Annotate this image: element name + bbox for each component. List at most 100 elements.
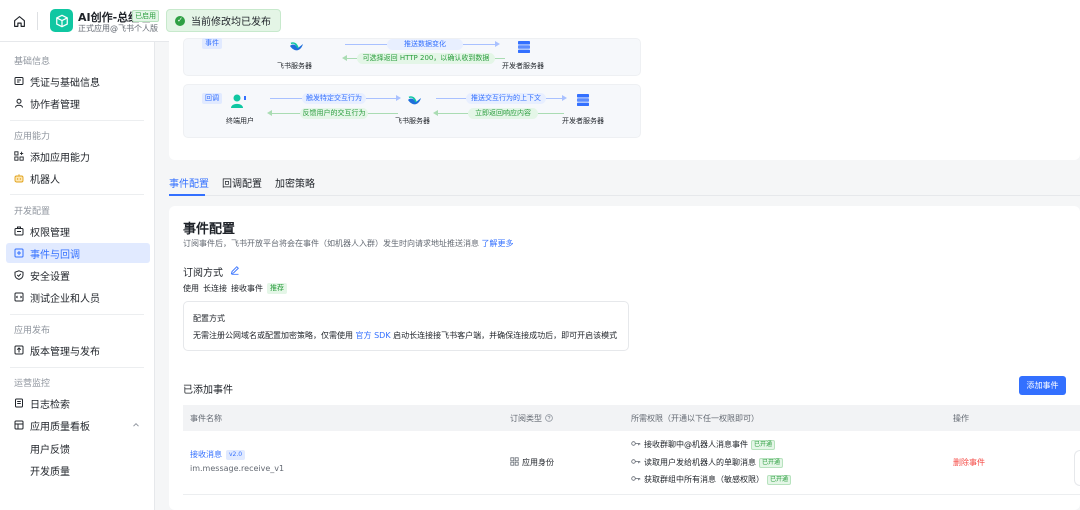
callback-arrow2-bottom-label: 立即返回响应内容 [468, 108, 538, 119]
subscribe-method-label: 订阅方式 [183, 268, 223, 279]
add-event-button[interactable]: 添加事件 [1019, 376, 1066, 395]
permission-icon [14, 226, 24, 236]
column-header-actions: 操作 [953, 414, 969, 423]
active-tab-indicator [169, 194, 205, 196]
config-desc-text: 无需注册公网域名或配置加密策略，仅需使用 [193, 331, 353, 340]
sidebar-item-quality-dashboard[interactable]: 应用质量看板 [6, 415, 150, 435]
config-method-description: 无需注册公网域名或配置加密策略，仅需使用 官方 SDK 启动长连接接飞书客户端，… [193, 330, 617, 341]
callback-mid-node-label: 飞书服务器 [395, 117, 430, 125]
sidebar: 基础信息 凭证与基础信息 协作者管理 应用能力 添加应用能力 机器人 开发配置 … [0, 42, 155, 510]
event-flow-box: 事件 飞书服务器 推送数据变化 可选择返回 HTTP 200，以确认收到数据 开… [183, 38, 641, 76]
app-subtitle: 正式应用@飞书个人版 [78, 24, 158, 33]
column-header-event-name: 事件名称 [190, 414, 222, 423]
sidebar-subitem-dev-quality[interactable]: 开发质量 [30, 463, 70, 478]
feishu-server-icon [406, 94, 424, 111]
arrow-line [368, 113, 398, 114]
official-sdk-link[interactable]: 官方 SDK [356, 331, 391, 340]
event-icon [14, 248, 24, 258]
sidebar-subitem-feedback[interactable]: 用户反馈 [30, 441, 70, 456]
callback-arrow2-top-label: 推送交互行为的上下文 [466, 93, 546, 104]
arrow-line [272, 113, 300, 114]
key-icon [631, 440, 641, 449]
user-icon [14, 98, 24, 108]
permission-status-badge: 已开通 [767, 474, 792, 485]
event-bottom-arrow-label: 可选择返回 HTTP 200，以确认收到数据 [357, 53, 495, 64]
permission-label: 接收群聊中@机器人消息事件 [644, 440, 748, 449]
callback-right-node-label: 开发者服务器 [562, 117, 604, 125]
callback-arrow1-bottom-label: 反馈用户的交互行为 [300, 108, 368, 119]
sidebar-item-test-users[interactable]: 测试企业和人员 [6, 287, 150, 307]
sidebar-item-label: 权限管理 [30, 227, 70, 239]
home-icon[interactable] [10, 12, 28, 30]
sidebar-item-permissions[interactable]: 权限管理 [6, 221, 150, 241]
permission-item: 接收群聊中@机器人消息事件 已开通 [631, 439, 776, 450]
sidebar-divider [10, 120, 144, 121]
sidebar-item-label: 添加应用能力 [30, 152, 90, 164]
event-name-link[interactable]: 接收消息 [190, 449, 222, 460]
callback-user-node-label: 终端用户 [226, 117, 254, 125]
help-icon[interactable] [545, 413, 553, 424]
column-header-subscription-type: 订阅类型 [510, 413, 553, 424]
column-header-label: 订阅类型 [510, 414, 542, 423]
sidebar-item-label: 机器人 [30, 174, 60, 186]
event-top-arrow-label: 推送数据变化 [387, 39, 463, 50]
edit-icon[interactable] [230, 265, 240, 278]
sidebar-item-collaborators[interactable]: 协作者管理 [6, 93, 150, 113]
permission-item: 获取群组中所有消息（敏感权限） 已开通 [631, 474, 792, 485]
sidebar-item-events-callbacks[interactable]: 事件与回调 [6, 243, 150, 263]
tab-event-config[interactable]: 事件配置 [169, 175, 209, 190]
event-config-card: 事件配置 订阅事件后，飞书开放平台将会在事件（如机器人入群）发生时向请求地址推送… [169, 206, 1080, 510]
sidebar-item-label: 测试企业和人员 [30, 293, 100, 305]
flow-diagram-card: 事件 飞书服务器 推送数据变化 可选择返回 HTTP 200，以确认收到数据 开… [169, 38, 1080, 160]
sidebar-item-logs[interactable]: 日志检索 [6, 393, 150, 413]
permission-status-badge: 已开通 [751, 439, 776, 450]
description-text: 订阅事件后，飞书开放平台将会在事件（如机器人入群）发生时向请求地址推送消息 [183, 239, 479, 248]
sidebar-item-label: 日志检索 [30, 399, 70, 411]
app-status-badge: 已启用 [132, 10, 159, 22]
arrow-line [366, 98, 396, 99]
sidebar-item-security[interactable]: 安全设置 [6, 265, 150, 285]
sidebar-group-publish: 应用发布 [14, 326, 51, 336]
subscribe-method-heading: 订阅方式 [183, 264, 240, 279]
event-right-node-label: 开发者服务器 [502, 62, 544, 70]
sidebar-item-versions[interactable]: 版本管理与发布 [6, 340, 150, 360]
end-user-icon [230, 93, 248, 112]
delete-event-link[interactable]: 删除事件 [953, 457, 985, 468]
added-events-title: 已添加事件 [183, 385, 233, 396]
sidebar-item-add-capability[interactable]: 添加应用能力 [6, 146, 150, 166]
credential-icon [14, 76, 24, 86]
shield-icon [14, 270, 24, 280]
permission-label: 获取群组中所有消息（敏感权限） [644, 475, 764, 484]
sidebar-item-credentials[interactable]: 凭证与基础信息 [6, 71, 150, 91]
app-identity-icon [510, 457, 519, 468]
side-panel-handle[interactable] [1074, 450, 1080, 486]
config-method-title: 配置方式 [193, 314, 225, 323]
arrow-line [438, 113, 468, 114]
subscription-type-label: 应用身份 [522, 458, 554, 467]
config-desc-text: 启动长连接接飞书客户端，并确保连接成功后，即可开启该模式 [393, 331, 618, 340]
sidebar-divider [10, 314, 144, 315]
tab-encryption[interactable]: 加密策略 [275, 175, 315, 190]
table-row: 接收消息 v2.0 im.message.receive_v1 应用身份 接收群… [183, 431, 1080, 495]
arrow-line [436, 98, 466, 99]
method-suffix: 接收事件 [231, 284, 263, 293]
arrow-line [463, 44, 495, 45]
events-table-header: 事件名称 订阅类型 所需权限（开通以下任一权限即可） 操作 [183, 405, 1080, 431]
tab-callback-config[interactable]: 回调配置 [222, 175, 262, 190]
chevron-up-icon[interactable] [132, 421, 140, 432]
sidebar-item-robot[interactable]: 机器人 [6, 168, 150, 188]
learn-more-link[interactable]: 了解更多 [482, 239, 514, 248]
arrow-right-icon [396, 95, 401, 101]
callback-arrow1-top-label: 触发特定交互行为 [302, 93, 366, 104]
developer-server-icon [576, 93, 590, 110]
subscription-type: 应用身份 [510, 457, 554, 468]
method-prefix: 使用 [183, 284, 199, 293]
event-code: im.message.receive_v1 [190, 464, 285, 473]
app-logo-icon [50, 9, 73, 32]
key-icon [631, 458, 641, 467]
version-badge: v2.0 [226, 449, 246, 460]
event-tag: 事件 [202, 38, 222, 49]
method-main: 长连接 [203, 284, 227, 293]
event-left-node-label: 飞书服务器 [277, 62, 312, 70]
section-description: 订阅事件后，飞书开放平台将会在事件（如机器人入群）发生时向请求地址推送消息 了解… [183, 238, 514, 249]
